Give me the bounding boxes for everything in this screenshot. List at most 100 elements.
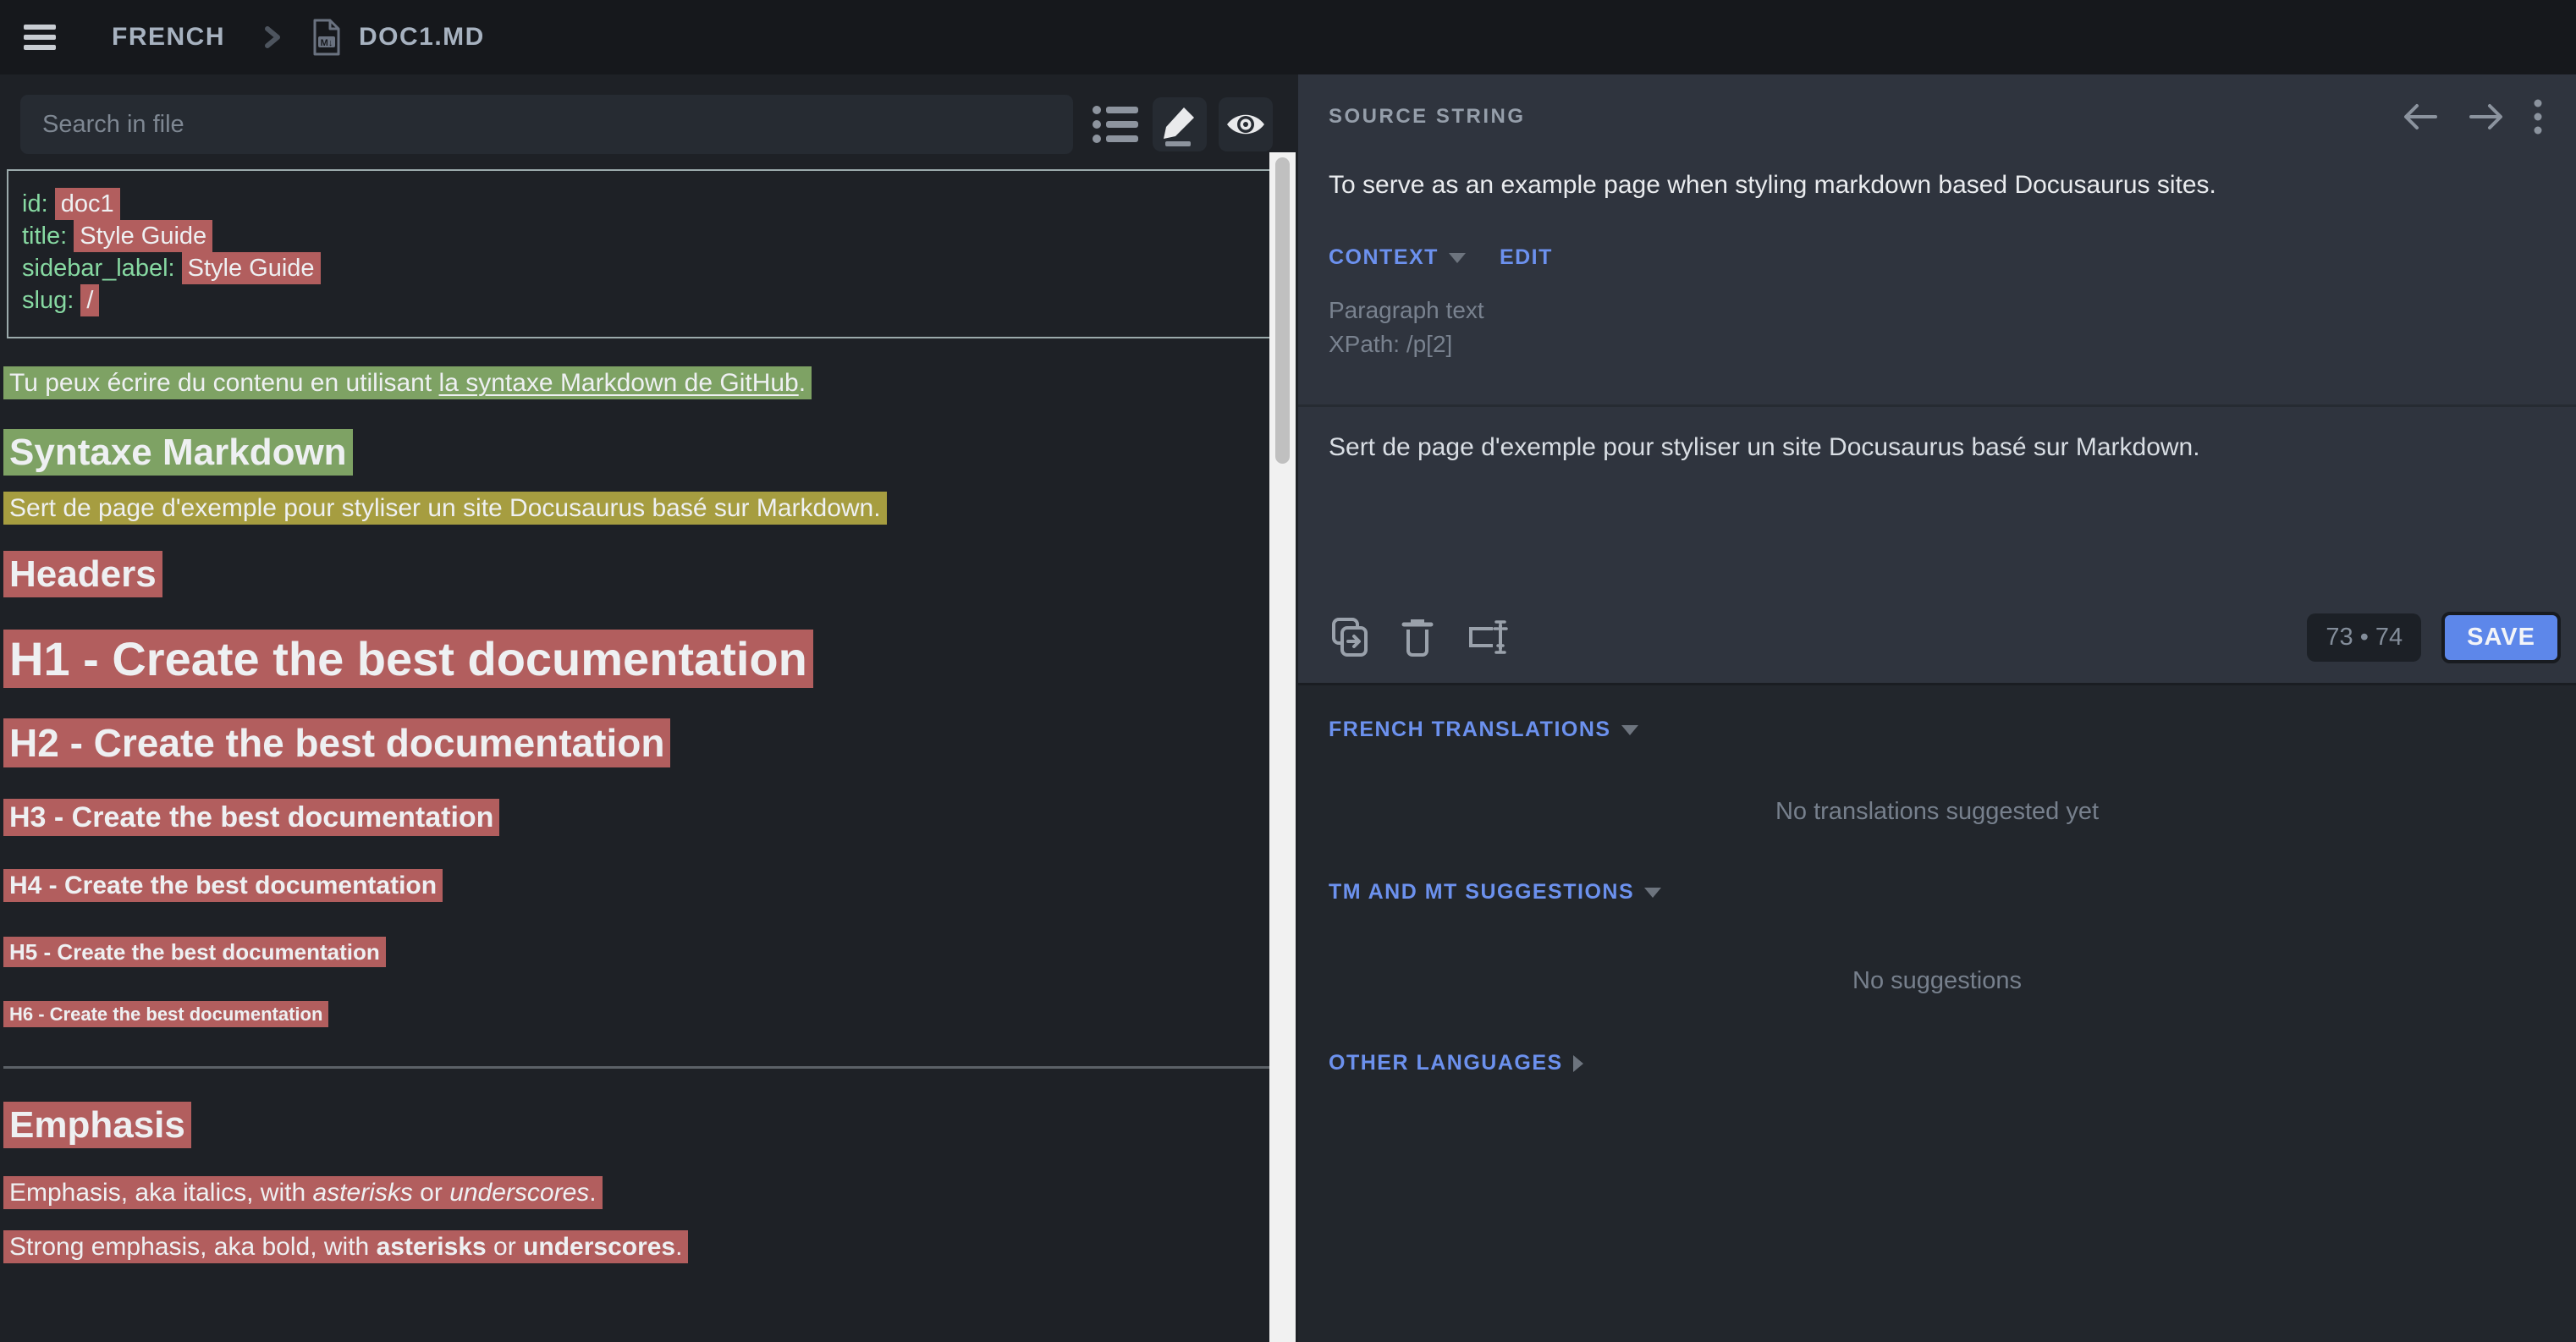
edit-mode-button[interactable]	[1153, 97, 1207, 151]
string-headers[interactable]: Headers	[3, 551, 162, 597]
svg-text:M↓: M↓	[321, 38, 333, 48]
frontmatter-line: slug: /	[22, 284, 1286, 316]
string-heading-translated[interactable]: Syntaxe Markdown	[3, 429, 353, 476]
save-button[interactable]: SAVE	[2441, 612, 2561, 663]
next-string-button[interactable]	[2468, 100, 2505, 134]
tm-mt-toggle[interactable]: TM AND MT SUGGESTIONS	[1329, 880, 1634, 905]
italics-text: Emphasis, aka italics, with	[9, 1179, 312, 1207]
top-bar: FRENCH M↓ DOC1.MD	[0, 0, 2576, 74]
document-panel: id: doc1 title: Style Guide sidebar_labe…	[0, 74, 1298, 1342]
bold-text: or	[487, 1233, 523, 1261]
string-h3[interactable]: H3 - Create the best documentation	[3, 799, 499, 836]
source-string-text: To serve as an example page when styling…	[1329, 171, 2546, 200]
frontmatter-key: slug:	[22, 287, 80, 314]
editor-toolbar: 73 • 74 SAVE	[1330, 607, 2561, 668]
editor-header: SOURCE STRING	[1329, 74, 2546, 135]
bold-word: asterisks	[377, 1233, 487, 1261]
copy-source-button[interactable]	[1330, 616, 1369, 658]
tm-mt-section[interactable]: TM AND MT SUGGESTIONS	[1329, 880, 2546, 905]
paragraph-selected: Sert de page d'exemple pour styliser un …	[3, 494, 1298, 523]
search-input[interactable]	[20, 95, 1073, 154]
french-translations-section[interactable]: FRENCH TRANSLATIONS	[1329, 685, 2546, 742]
more-options-button[interactable]	[2534, 98, 2542, 135]
document-toolbar	[0, 74, 1298, 154]
scrollbar-thumb[interactable]	[1275, 157, 1290, 464]
string-h1[interactable]: H1 - Create the best documentation	[3, 630, 813, 688]
heading-h6: H6 - Create the best documentation	[3, 1004, 1298, 1026]
string-italics[interactable]: Emphasis, aka italics, with asterisks or…	[3, 1176, 603, 1209]
string-intro-translated[interactable]: Tu peux écrire du contenu en utilisant l…	[3, 366, 812, 399]
paragraph-bold: Strong emphasis, aka bold, with asterisk…	[3, 1233, 1298, 1262]
heading-syntaxe-markdown: Syntaxe Markdown	[3, 432, 1298, 474]
french-translations-toggle[interactable]: FRENCH TRANSLATIONS	[1329, 718, 1611, 742]
context-toggle[interactable]: CONTEXT	[1329, 245, 1439, 270]
frontmatter-key: title:	[22, 223, 74, 250]
chevron-down-icon	[1621, 725, 1638, 735]
frontmatter-box: id: doc1 title: Style Guide sidebar_labe…	[7, 169, 1288, 338]
edit-context-link[interactable]: EDIT	[1500, 245, 1553, 270]
hamburger-menu-icon[interactable]	[24, 20, 61, 54]
horizontal-rule	[3, 1066, 1288, 1069]
bold-word: underscores	[523, 1233, 675, 1261]
string-h5[interactable]: H5 - Create the best documentation	[3, 937, 386, 967]
suggestions-panel: FRENCH TRANSLATIONS No translations sugg…	[1298, 685, 2576, 1342]
string-h6[interactable]: H6 - Create the best documentation	[3, 1001, 328, 1027]
intro-period: .	[799, 369, 806, 397]
trash-icon	[1401, 617, 1434, 657]
frontmatter-key: sidebar_label:	[22, 255, 182, 282]
eye-icon	[1225, 110, 1266, 139]
heading-h4: H4 - Create the best documentation	[3, 872, 1298, 900]
previous-string-button[interactable]	[2402, 100, 2439, 134]
string-list-button[interactable]	[1092, 97, 1139, 151]
string-frontmatter-title[interactable]: Style Guide	[74, 220, 212, 252]
string-editor: SOURCE STRING To serve as an example pag…	[1298, 74, 2576, 685]
char-counter: 73 • 74	[2307, 613, 2421, 662]
pencil-icon	[1160, 102, 1199, 146]
italic-word: asterisks	[312, 1179, 412, 1207]
heading-h5: H5 - Create the best documentation	[3, 939, 1298, 965]
context-row: CONTEXT EDIT	[1329, 245, 2546, 270]
arrow-left-icon	[2402, 100, 2439, 134]
arrow-right-icon	[2468, 100, 2505, 134]
bold-period: .	[675, 1233, 682, 1261]
translations-empty-state: No translations suggested yet	[1329, 798, 2546, 826]
frontmatter-line: sidebar_label: Style Guide	[22, 252, 1286, 284]
heading-h3: H3 - Create the best documentation	[3, 801, 1298, 834]
breadcrumb-project[interactable]: FRENCH	[112, 23, 225, 52]
string-selected[interactable]: Sert de page d'exemple pour styliser un …	[3, 492, 887, 525]
tm-empty-state: No suggestions	[1329, 967, 2546, 995]
translation-panel: SOURCE STRING To serve as an example pag…	[1298, 74, 2576, 1342]
string-frontmatter-slug[interactable]: /	[80, 284, 99, 316]
source-string-label: SOURCE STRING	[1329, 105, 1526, 129]
markdown-file-icon: M↓	[311, 18, 342, 57]
string-frontmatter-sidebar-label[interactable]: Style Guide	[182, 252, 321, 284]
delete-translation-button[interactable]	[1401, 617, 1434, 657]
string-emphasis-heading[interactable]: Emphasis	[3, 1102, 191, 1148]
heading-emphasis: Emphasis	[3, 1104, 1298, 1147]
editor-divider	[1298, 404, 2576, 407]
heading-headers: Headers	[3, 553, 1298, 596]
italic-word: underscores	[449, 1179, 589, 1207]
preview-button[interactable]	[1219, 97, 1273, 151]
other-languages-section[interactable]: OTHER LANGUAGES	[1329, 1051, 2546, 1075]
chevron-down-icon	[1644, 888, 1661, 898]
string-bold[interactable]: Strong emphasis, aka bold, with asterisk…	[3, 1230, 688, 1263]
string-h4[interactable]: H4 - Create the best documentation	[3, 869, 443, 902]
heading-h1: H1 - Create the best documentation	[3, 631, 1298, 686]
text-cursor-field-icon	[1466, 617, 1510, 657]
context-type: Paragraph text	[1329, 297, 2546, 324]
markdown-syntax-link[interactable]: la syntaxe Markdown de GitHub	[439, 369, 799, 397]
italics-period: .	[589, 1179, 596, 1207]
copy-source-icon	[1330, 616, 1369, 658]
breadcrumb-file[interactable]: DOC1.MD	[359, 23, 485, 52]
document-scrollbar[interactable]	[1269, 152, 1296, 1342]
frontmatter-line: id: doc1	[22, 188, 1286, 220]
translation-input[interactable]: Sert de page d'exemple pour styliser un …	[1329, 433, 2546, 602]
paragraph-italics: Emphasis, aka italics, with asterisks or…	[3, 1179, 1298, 1207]
frontmatter-line: title: Style Guide	[22, 220, 1286, 252]
string-h2[interactable]: H2 - Create the best documentation	[3, 718, 670, 767]
string-frontmatter-id[interactable]: doc1	[55, 188, 120, 220]
other-languages-toggle[interactable]: OTHER LANGUAGES	[1329, 1051, 1563, 1075]
main-area: id: doc1 title: Style Guide sidebar_labe…	[0, 74, 2576, 1342]
select-text-button[interactable]	[1466, 617, 1510, 657]
